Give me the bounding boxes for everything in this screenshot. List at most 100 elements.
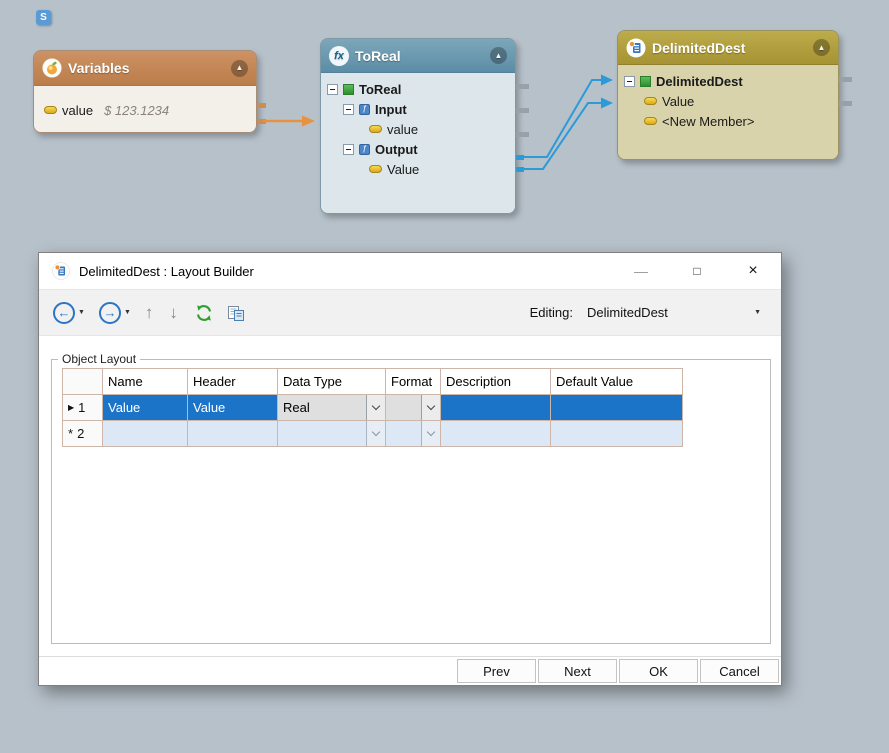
- node-toreal-header[interactable]: fx ToReal ▲: [321, 39, 515, 73]
- node-variables-header[interactable]: Variables ▲: [34, 51, 256, 86]
- column-header-description[interactable]: Description: [441, 369, 551, 395]
- node-delimiteddest-header[interactable]: DelimitedDest ▲: [618, 31, 838, 65]
- delimited-port[interactable]: [839, 77, 852, 82]
- cell-header-row2[interactable]: [188, 421, 278, 447]
- cell-description-row1[interactable]: [441, 395, 551, 421]
- row-header-1[interactable]: ▶ 1: [63, 395, 103, 421]
- s-badge[interactable]: S: [36, 10, 51, 25]
- cell-datatype-row1[interactable]: Real: [278, 395, 386, 421]
- column-header-header[interactable]: Header: [188, 369, 278, 395]
- minimize-button[interactable]: —: [613, 253, 669, 289]
- dialog-titlebar[interactable]: DelimitedDest : Layout Builder — □ ×: [39, 253, 781, 289]
- column-header-default-value[interactable]: Default Value: [551, 369, 683, 395]
- tree-item-output[interactable]: ƒ Output: [321, 139, 515, 159]
- delimited-file-icon: [626, 38, 646, 58]
- forward-button[interactable]: →: [99, 302, 121, 324]
- connection-toreal-to-delimited[interactable]: [521, 80, 601, 157]
- chevron-down-icon: [427, 428, 435, 436]
- variables-output-port[interactable]: [257, 103, 266, 108]
- cell-default-row1[interactable]: [551, 395, 683, 421]
- dialog-footer: Prev Next OK Cancel: [39, 656, 781, 685]
- ok-button[interactable]: OK: [619, 659, 698, 683]
- collapse-arrow-icon: ▲: [818, 44, 826, 52]
- variables-output-port[interactable]: [257, 119, 266, 124]
- cancel-button[interactable]: Cancel: [700, 659, 779, 683]
- toreal-output-port[interactable]: [516, 155, 524, 160]
- cell-name-row1[interactable]: Value: [103, 395, 188, 421]
- node-variables-body: value $ 123.1234: [34, 86, 256, 132]
- back-dropdown-caret-icon[interactable]: ▼: [78, 309, 85, 316]
- back-arrow-icon: ←: [58, 306, 71, 319]
- s-badge-label: S: [40, 12, 47, 23]
- column-header-format[interactable]: Format: [386, 369, 441, 395]
- tree-item-delimited-root[interactable]: DelimitedDest: [618, 71, 838, 91]
- window-controls: — □ ×: [613, 253, 781, 289]
- connection-toreal-to-delimited[interactable]: [521, 103, 601, 169]
- toreal-port[interactable]: [516, 108, 529, 113]
- collapse-button[interactable]: ▲: [490, 47, 507, 64]
- collapse-expander-icon[interactable]: [624, 76, 635, 87]
- paste-layout-button[interactable]: [227, 304, 245, 322]
- next-button[interactable]: Next: [538, 659, 617, 683]
- field-icon: [644, 117, 657, 125]
- cell-header-row1[interactable]: Value: [188, 395, 278, 421]
- cell-default-row2[interactable]: [551, 421, 683, 447]
- object-layout-groupbox: Object Layout Name Header Data Type Form…: [51, 359, 771, 644]
- node-variables[interactable]: Variables ▲ value $ 123.1234: [33, 50, 257, 133]
- close-button[interactable]: ×: [725, 253, 781, 289]
- tree-item-value[interactable]: Value: [618, 91, 838, 111]
- datatype-value: [278, 421, 366, 446]
- datatype-dropdown-button[interactable]: [366, 421, 385, 446]
- cell-description-row2[interactable]: [441, 421, 551, 447]
- connection-arrow-icon: [302, 116, 315, 127]
- collapse-button[interactable]: ▲: [813, 39, 830, 56]
- tree-item-label: Value: [662, 94, 694, 109]
- back-button[interactable]: ←: [53, 302, 75, 324]
- tree-item-label: Input: [375, 102, 407, 117]
- cell-datatype-row2[interactable]: [278, 421, 386, 447]
- tree-item-output-value[interactable]: Value: [321, 159, 515, 179]
- node-toreal-body: ToReal ƒ Input value ƒ Output Value: [321, 73, 515, 213]
- cell-format-row1[interactable]: [386, 395, 441, 421]
- editing-combobox[interactable]: DelimitedDest ▼: [581, 301, 767, 325]
- toreal-output-port[interactable]: [516, 167, 524, 172]
- format-dropdown-button[interactable]: [421, 421, 440, 446]
- column-header-data-type[interactable]: Data Type: [278, 369, 386, 395]
- move-down-button[interactable]: ↓: [169, 304, 178, 321]
- tree-item-input-value[interactable]: value: [321, 119, 515, 139]
- variables-fruit-icon: [42, 58, 62, 78]
- node-toreal[interactable]: fx ToReal ▲ ToReal ƒ Input value: [320, 38, 516, 214]
- collapse-expander-icon[interactable]: [343, 104, 354, 115]
- node-title: DelimitedDest: [652, 40, 745, 56]
- move-up-button[interactable]: ↑: [145, 304, 154, 321]
- format-dropdown-button[interactable]: [421, 395, 440, 420]
- datatype-value: Real: [278, 395, 366, 420]
- variable-item-value[interactable]: value $ 123.1234: [34, 98, 256, 122]
- node-delimiteddest[interactable]: DelimitedDest ▲ DelimitedDest Value <New…: [617, 30, 839, 160]
- tree-item-input[interactable]: ƒ Input: [321, 99, 515, 119]
- column-header-name[interactable]: Name: [103, 369, 188, 395]
- prev-button[interactable]: Prev: [457, 659, 536, 683]
- connection-arrow-icon: [601, 98, 613, 109]
- grid-corner-cell[interactable]: [63, 369, 103, 395]
- delimited-port[interactable]: [839, 101, 852, 106]
- row-header-2[interactable]: * 2: [63, 421, 103, 447]
- refresh-button[interactable]: [194, 303, 214, 323]
- forward-dropdown-caret-icon[interactable]: ▼: [124, 309, 131, 316]
- collapse-expander-icon[interactable]: [327, 84, 338, 95]
- tree-item-toreal-root[interactable]: ToReal: [321, 79, 515, 99]
- collapse-expander-icon[interactable]: [343, 144, 354, 155]
- tree-item-new-member[interactable]: <New Member>: [618, 111, 838, 131]
- current-row-marker-icon: ▶: [68, 404, 74, 412]
- tree-item-label: value: [387, 122, 418, 137]
- datatype-dropdown-button[interactable]: [366, 395, 385, 420]
- collapse-button[interactable]: ▲: [231, 60, 248, 77]
- variable-name: value: [62, 103, 93, 118]
- tree-item-label: Value: [387, 162, 419, 177]
- cell-format-row2[interactable]: [386, 421, 441, 447]
- maximize-button[interactable]: □: [669, 253, 725, 289]
- cell-name-row2[interactable]: [103, 421, 188, 447]
- toreal-port[interactable]: [516, 84, 529, 89]
- node-delimiteddest-body: DelimitedDest Value <New Member>: [618, 65, 838, 159]
- toreal-port[interactable]: [516, 132, 529, 137]
